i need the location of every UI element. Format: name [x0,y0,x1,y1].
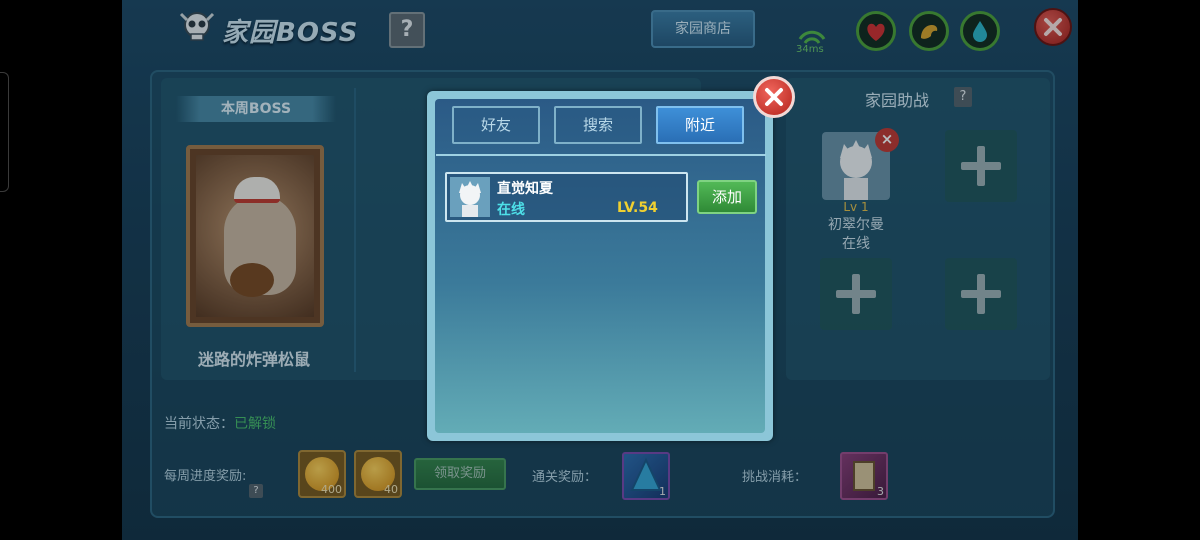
screen-edge-marker [0,72,9,192]
tab-search[interactable]: 搜索 [554,106,642,144]
player-name: 直觉知夏 [497,181,553,197]
tab-nearby[interactable]: 附近 [656,106,744,144]
close-modal-button[interactable] [753,76,795,118]
player-status: 在线 [497,202,525,218]
player-level: LV.54 [617,200,658,216]
avatar [450,177,490,217]
tab-friends[interactable]: 好友 [452,106,540,144]
avatar-icon [459,181,481,217]
add-friend-button[interactable]: 添加 [697,180,757,214]
list-item[interactable]: 直觉知夏 在线 LV.54 [445,172,688,222]
tab-divider [436,154,766,156]
close-icon [765,88,783,106]
